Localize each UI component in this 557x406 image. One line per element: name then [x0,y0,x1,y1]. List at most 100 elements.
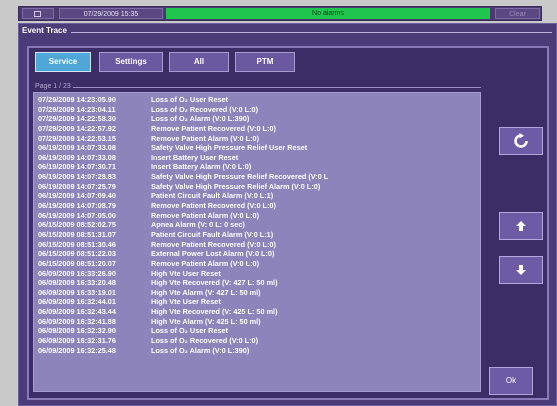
event-timestamp: 06/09/2009 16:32:44.01 [38,297,116,307]
clear-button[interactable]: Clear [495,8,540,19]
event-message: Loss of O₂ Recovered (V:0 L:0) [151,104,259,114]
event-timestamp: 07/29/2009 14:22:53.15 [38,133,116,143]
event-timestamp: 06/09/2009 16:32:25.48 [38,345,116,355]
event-timestamp: 06/19/2009 14:07:33.08 [38,143,116,153]
ok-button[interactable]: Ok [489,367,533,395]
event-timestamp: 06/15/2009 08:51:31.07 [38,229,116,239]
page-up-button[interactable] [499,212,543,240]
event-timestamp: 06/15/2009 08:51:20.07 [38,258,116,268]
event-row: 06/19/2009 14:07:25.79 Safety Valve High … [38,182,480,192]
event-message: Apnea Alarm (V: 0 L: 0 sec) [151,220,245,230]
event-timestamp: 07/29/2009 14:22:57.92 [38,123,116,133]
event-timestamp: 06/09/2009 16:32:43.44 [38,307,116,317]
event-timestamp: 06/19/2009 14:07:33.08 [38,152,116,162]
tab-all[interactable]: All [169,52,229,72]
event-message: Remove Patient Alarm (V:0 L:0) [151,210,259,220]
event-timestamp: 07/29/2009 14:23:04.11 [38,104,116,114]
event-row: 06/09/2009 16:33:20.48 High Vte Recovered… [38,278,480,288]
event-row: 06/15/2009 08:52:02.75 Apnea Alarm (V: 0 … [38,220,480,230]
event-row: 06/15/2009 08:51:22.03 External Power Los… [38,249,480,259]
event-message: Remove Patient Recovered (V:0 L:0) [151,123,276,133]
page-divider [73,87,481,88]
window-toggle-icon[interactable] [22,8,54,19]
event-row: 07/29/2009 14:22:53.15 Remove Patient Ala… [38,134,480,144]
event-message: Remove Patient Recovered (V:0 L:0) [151,201,276,211]
event-row: 06/09/2009 16:32:41.88 High Vte Alarm (V:… [38,317,480,327]
event-row: 07/29/2009 14:23:04.11 Loss of O₂ Recover… [38,105,480,115]
event-timestamp: 06/09/2009 16:33:20.48 [38,278,116,288]
event-message: High Vte User Reset [151,268,221,278]
event-message: Remove Patient Recovered (V:0 L:0) [151,239,276,249]
event-row: 06/19/2009 14:07:08.79 Remove Patient Rec… [38,201,480,211]
event-timestamp: 06/09/2009 16:32:41.88 [38,316,116,326]
event-timestamp: 07/29/2009 14:22:58.30 [38,114,116,124]
window-title: Event Trace [22,26,67,35]
event-message: Loss of O₂ User Reset [151,95,229,104]
event-message: Patient Circuit Fault Alarm (V:0 L:1) [151,191,274,201]
event-timestamp: 06/09/2009 16:33:19.01 [38,287,116,297]
event-row: 06/09/2009 16:33:26.90 High Vte User Rese… [38,269,480,279]
event-timestamp: 06/09/2009 16:33:26.90 [38,268,116,278]
event-message: Safety Valve High Pressure Relief Alarm … [151,181,321,191]
event-message: Remove Patient Alarm (V:0 L:0) [151,258,259,268]
arrow-up-icon [516,221,526,231]
event-timestamp: 06/09/2009 16:32:32.90 [38,326,116,336]
event-message: Patient Circuit Fault Alarm (V:0 L:1) [151,229,274,239]
event-message: Loss of O₂ User Reset [151,326,229,336]
event-timestamp: 06/19/2009 14:07:25.79 [38,181,116,191]
event-message: High Vte Recovered (V: 425 L: 50 ml) [151,307,278,317]
event-timestamp: 06/15/2009 08:51:22.03 [38,249,116,259]
event-row: 06/09/2009 16:33:19.01 High Vte Alarm (V:… [38,288,480,298]
datetime-display: 07/29/2009 15:35 [59,8,163,19]
event-row: 06/19/2009 14:07:09.40 Patient Circuit Fa… [38,191,480,201]
refresh-button[interactable] [499,127,543,155]
arrow-down-icon [516,265,526,275]
event-timestamp: 06/19/2009 14:07:08.79 [38,201,116,211]
event-row: 06/19/2009 14:07:30.71 Insert Battery Ala… [38,162,480,172]
status-bar: 07/29/2009 15:35 No alarms Clear [18,6,542,21]
event-message: Loss of O₂ Alarm (V:0 L:390) [151,114,250,124]
event-message: Safety Valve High Pressure Relief Recove… [151,172,329,182]
event-timestamp: 06/15/2009 08:51:30.46 [38,239,116,249]
event-row: 06/19/2009 14:07:28.83 Safety Valve High … [38,172,480,182]
page-down-button[interactable] [499,256,543,284]
event-row: 06/15/2009 08:51:30.46 Remove Patient Rec… [38,240,480,250]
event-message: High Vte Recovered (V: 427 L: 50 ml) [151,278,278,288]
event-row: 06/19/2009 14:07:33.08 Insert Battery Use… [38,153,480,163]
title-divider [71,32,552,33]
event-log-list[interactable]: 07/29/2009 14:23:05.90 Loss of O₂ User Re… [33,92,481,392]
event-timestamp: 06/09/2009 16:32:31.76 [38,336,116,346]
event-row: 07/29/2009 14:23:05.90 Loss of O₂ User Re… [38,95,480,105]
event-message: Remove Patient Alarm (V:0 L:0) [151,133,259,143]
event-message: High Vte User Reset [151,297,221,307]
tab-ptm[interactable]: PTM [235,52,295,72]
event-row: 06/09/2009 16:32:44.01 High Vte User Rese… [38,297,480,307]
event-trace-panel: Service Settings All PTM Page 1 / 23 07/… [27,46,549,400]
event-row: 06/09/2009 16:32:25.48 Loss of O₂ Alarm (… [38,346,480,356]
event-row: 06/15/2009 08:51:31.07 Patient Circuit Fa… [38,230,480,240]
event-message: Safety Valve High Pressure Relief User R… [151,143,308,153]
event-message: Loss of O₂ Alarm (V:0 L:390) [151,345,250,355]
tab-settings[interactable]: Settings [99,52,163,72]
tab-service[interactable]: Service [35,52,91,72]
event-timestamp: 06/19/2009 14:07:28.83 [38,172,116,182]
refresh-icon [514,133,528,148]
event-row: 06/15/2009 08:51:20.07 Remove Patient Ala… [38,259,480,269]
event-row: 07/29/2009 14:22:57.92 Remove Patient Rec… [38,124,480,134]
event-row: 06/19/2009 14:07:05.00 Remove Patient Ala… [38,211,480,221]
event-row: 06/09/2009 16:32:32.90 Loss of O₂ User Re… [38,326,480,336]
event-message: High Vte Alarm (V: 427 L: 50 ml) [151,287,261,297]
event-row: 06/09/2009 16:32:43.44 High Vte Recovered… [38,307,480,317]
event-timestamp: 06/15/2009 08:52:02.75 [38,220,116,230]
event-row: 06/19/2009 14:07:33.08 Safety Valve High … [38,143,480,153]
event-message: External Power Lost Alarm (V:0 L:0) [151,249,275,259]
event-message: Loss of O₂ Recovered (V:0 L:0) [151,336,259,346]
event-row: 07/29/2009 14:22:58.30 Loss of O₂ Alarm (… [38,114,480,124]
page-indicator: Page 1 / 23 [35,83,71,90]
event-timestamp: 07/29/2009 14:23:05.90 [38,95,116,104]
event-message: Insert Battery Alarm (V:0 L:0) [151,162,252,172]
event-trace-window: Event Trace Service Settings All PTM Pag… [18,23,557,406]
event-timestamp: 06/19/2009 14:07:30.71 [38,162,116,172]
event-message: Insert Battery User Reset [151,152,239,162]
event-message: High Vte Alarm (V: 425 L: 50 ml) [151,316,261,326]
